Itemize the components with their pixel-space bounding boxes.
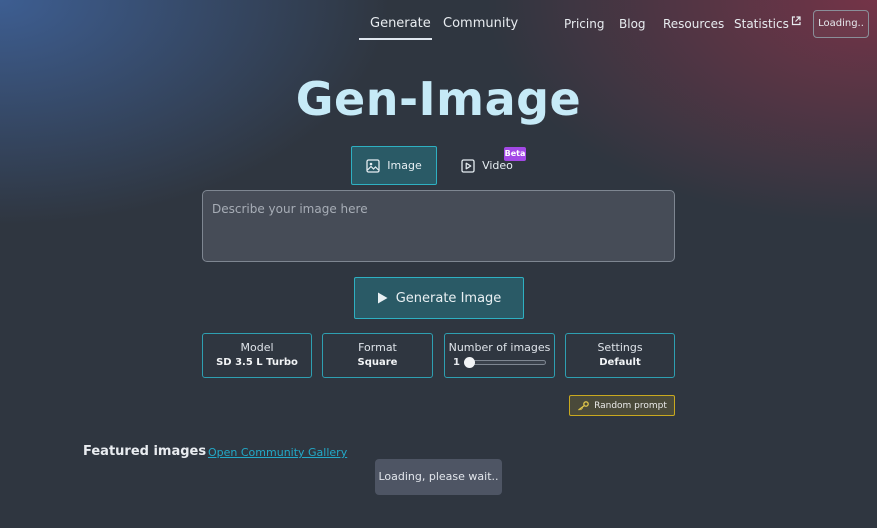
beta-badge: Beta <box>504 147 526 161</box>
tab-image-label: Image <box>387 159 422 172</box>
image-icon <box>366 158 380 173</box>
model-value: SD 3.5 L Turbo <box>216 357 298 368</box>
slider-thumb[interactable] <box>464 357 475 368</box>
nav-statistics-label: Statistics <box>734 17 789 31</box>
nav-active-underline <box>359 38 432 40</box>
nav-community[interactable]: Community <box>443 16 518 31</box>
nav-pricing[interactable]: Pricing <box>564 17 604 31</box>
format-value: Square <box>357 357 398 368</box>
external-link-icon <box>791 16 801 26</box>
prompt-input[interactable] <box>202 190 675 262</box>
generate-image-label: Generate Image <box>395 290 502 306</box>
random-prompt-button[interactable]: Random prompt <box>569 395 675 416</box>
model-label: Model <box>240 341 274 354</box>
model-selector[interactable]: Model SD 3.5 L Turbo <box>202 333 312 378</box>
nav-blog[interactable]: Blog <box>619 17 646 31</box>
nav-generate[interactable]: Generate <box>370 16 431 31</box>
tab-image[interactable]: Image <box>351 146 437 185</box>
settings-label: Settings <box>597 341 643 354</box>
settings-value: Default <box>599 357 641 368</box>
number-of-images-slider[interactable] <box>464 357 546 368</box>
featured-images-heading: Featured images <box>83 444 207 459</box>
nav-statistics[interactable]: Statistics <box>734 16 801 31</box>
settings-selector[interactable]: Settings Default <box>565 333 675 378</box>
account-loading-button[interactable]: Loading.. <box>813 10 869 38</box>
page-title: Gen-Image <box>295 72 582 126</box>
play-square-icon <box>461 158 475 173</box>
format-selector[interactable]: Format Square <box>322 333 433 378</box>
play-icon <box>377 292 388 304</box>
number-of-images-control: Number of images 1 <box>444 333 555 378</box>
number-of-images-label: Number of images <box>448 341 551 354</box>
open-community-gallery-link[interactable]: Open Community Gallery <box>208 446 347 459</box>
loading-indicator: Loading, please wait.. <box>375 459 502 495</box>
generate-image-button[interactable]: Generate Image <box>354 277 524 319</box>
key-icon <box>578 400 589 411</box>
nav-resources[interactable]: Resources <box>663 17 724 31</box>
random-prompt-label: Random prompt <box>594 400 667 411</box>
format-label: Format <box>358 341 397 354</box>
